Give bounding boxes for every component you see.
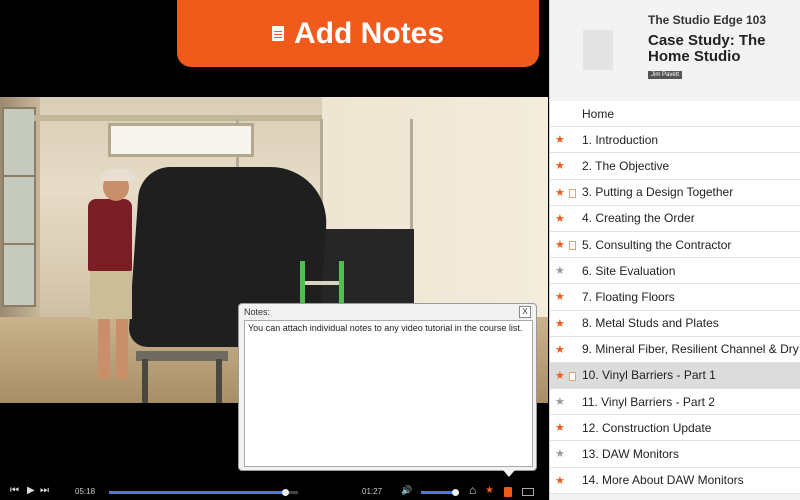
- course-cover: [583, 30, 613, 70]
- star-icon[interactable]: ★: [555, 474, 565, 487]
- lesson-label: 6. Site Evaluation: [582, 263, 676, 278]
- lesson-item[interactable]: ★ 12. Construction Update: [550, 415, 800, 442]
- note-icon: [569, 240, 576, 250]
- star-icon[interactable]: ★: [555, 343, 565, 356]
- lesson-list: Home ★ 1. Introduction ★ 2. The Objective ★ 3.…: [550, 101, 800, 494]
- document-icon: [272, 26, 284, 41]
- volume-icon[interactable]: 🔊: [401, 485, 412, 496]
- lesson-label: 3. Putting a Design Together: [582, 185, 734, 200]
- video-scene-person: [116, 317, 128, 379]
- notes-popup-pointer: [503, 470, 515, 477]
- star-icon[interactable]: ★: [555, 238, 565, 251]
- star-icon[interactable]: ★: [555, 264, 565, 277]
- course-title: Case Study: The Home Studio: [648, 32, 766, 65]
- lesson-item[interactable]: ★ 4. Creating the Order: [550, 205, 800, 232]
- add-notes-banner: Add Notes: [177, 0, 539, 67]
- lesson-item[interactable]: ★ 2. The Objective: [550, 153, 800, 180]
- star-icon[interactable]: ★: [555, 421, 565, 434]
- video-scene-window: [2, 107, 36, 307]
- video-scene-window-top: [108, 123, 254, 157]
- fullscreen-icon[interactable]: [522, 488, 534, 496]
- video-scene-person: [90, 269, 132, 319]
- home-icon[interactable]: ⌂: [469, 483, 476, 497]
- video-scene-beam: [34, 115, 324, 121]
- lesson-item[interactable]: Home: [550, 101, 800, 128]
- note-icon: [569, 188, 576, 198]
- star-icon[interactable]: ★: [555, 369, 565, 382]
- lesson-item[interactable]: ★ 14. More About DAW Monitors: [550, 467, 800, 494]
- lesson-label: 4. Creating the Order: [582, 211, 695, 226]
- lesson-label: Home: [582, 106, 615, 121]
- star-icon[interactable]: ★: [555, 395, 565, 408]
- notes-textarea[interactable]: You can attach individual notes to any v…: [244, 320, 533, 467]
- video-scene-person: [98, 317, 110, 379]
- star-icon[interactable]: ★: [485, 485, 494, 496]
- lesson-label: 8. Metal Studs and Plates: [582, 316, 719, 331]
- lesson-label: 2. The Objective: [582, 158, 670, 173]
- lesson-item[interactable]: ★ 11. Vinyl Barriers - Part 2: [550, 389, 800, 416]
- time-elapsed: 05:18: [75, 487, 96, 496]
- time-remaining: 01:27: [362, 487, 383, 496]
- video-scene-person: [101, 169, 135, 181]
- star-icon[interactable]: ★: [555, 133, 565, 146]
- lesson-label: 7. Floating Floors: [582, 289, 675, 304]
- video-scene-table: [216, 359, 222, 403]
- lesson-label: 12. Construction Update: [582, 420, 712, 435]
- progress-fill: [109, 491, 285, 494]
- lesson-label: 1. Introduction: [582, 132, 659, 147]
- volume-fill: [421, 491, 456, 494]
- banner-title: Add Notes: [294, 16, 444, 50]
- notes-label: Notes:: [244, 307, 271, 317]
- lesson-item[interactable]: ★ 1. Introduction: [550, 127, 800, 154]
- player-controls: ⏮ ▶ ⏭ 05:18 01:27 🔊 ⌂ ★: [0, 483, 548, 500]
- progress-bar[interactable]: [109, 489, 298, 496]
- lesson-item[interactable]: ★ 10. Vinyl Barriers - Part 1: [550, 362, 800, 390]
- lesson-item[interactable]: ★ 6. Site Evaluation: [550, 258, 800, 285]
- video-scene-table: [142, 359, 148, 403]
- notes-icon[interactable]: [504, 487, 512, 497]
- star-icon[interactable]: ★: [555, 447, 565, 460]
- lesson-label: 5. Consulting the Contractor: [582, 237, 732, 252]
- course-header: The Studio Edge 103 Case Study: The Home…: [550, 0, 800, 98]
- lesson-label: 11. Vinyl Barriers - Part 2: [582, 394, 715, 409]
- star-icon[interactable]: ★: [555, 212, 565, 225]
- course-series: The Studio Edge 103: [648, 13, 767, 27]
- star-icon[interactable]: ★: [555, 317, 565, 330]
- rewind-icon[interactable]: ⏮: [10, 485, 19, 496]
- lesson-item[interactable]: ★ 9. Mineral Fiber, Resilient Channel & D…: [550, 336, 800, 363]
- lesson-label: 14. More About DAW Monitors: [582, 473, 744, 488]
- lesson-label: 9. Mineral Fiber, Resilient Channel & Dr…: [582, 342, 800, 357]
- app-window: Add Notes The Studio Edge 103 Case Study…: [0, 0, 800, 500]
- note-icon: [569, 371, 576, 381]
- video-scene-table: [136, 351, 228, 361]
- lesson-item[interactable]: ★ 5. Consulting the Contractor: [550, 231, 800, 259]
- video-scene-person: [88, 199, 132, 271]
- lesson-label: 13. DAW Monitors: [582, 447, 679, 462]
- course-author: Jim Pavett: [648, 71, 683, 79]
- lesson-item[interactable]: ★ 3. Putting a Design Together: [550, 179, 800, 206]
- notes-popup: Notes: X You can attach individual notes…: [238, 303, 537, 471]
- lesson-item[interactable]: ★ 13. DAW Monitors: [550, 441, 800, 468]
- play-icon[interactable]: ▶: [27, 485, 35, 496]
- course-panel: The Studio Edge 103 Case Study: The Home…: [549, 0, 800, 500]
- fast-forward-icon[interactable]: ⏭: [40, 485, 49, 496]
- progress-knob[interactable]: [281, 489, 289, 496]
- volume-knob[interactable]: [452, 489, 460, 496]
- star-icon[interactable]: ★: [555, 290, 565, 303]
- lesson-item[interactable]: ★ 8. Metal Studs and Plates: [550, 310, 800, 337]
- volume-slider[interactable]: [421, 489, 460, 496]
- lesson-item[interactable]: ★ 7. Floating Floors: [550, 284, 800, 311]
- star-icon[interactable]: ★: [555, 159, 565, 172]
- lesson-label: 10. Vinyl Barriers - Part 1: [582, 368, 716, 383]
- star-icon[interactable]: ★: [555, 186, 565, 199]
- notes-close-button[interactable]: X: [519, 306, 531, 318]
